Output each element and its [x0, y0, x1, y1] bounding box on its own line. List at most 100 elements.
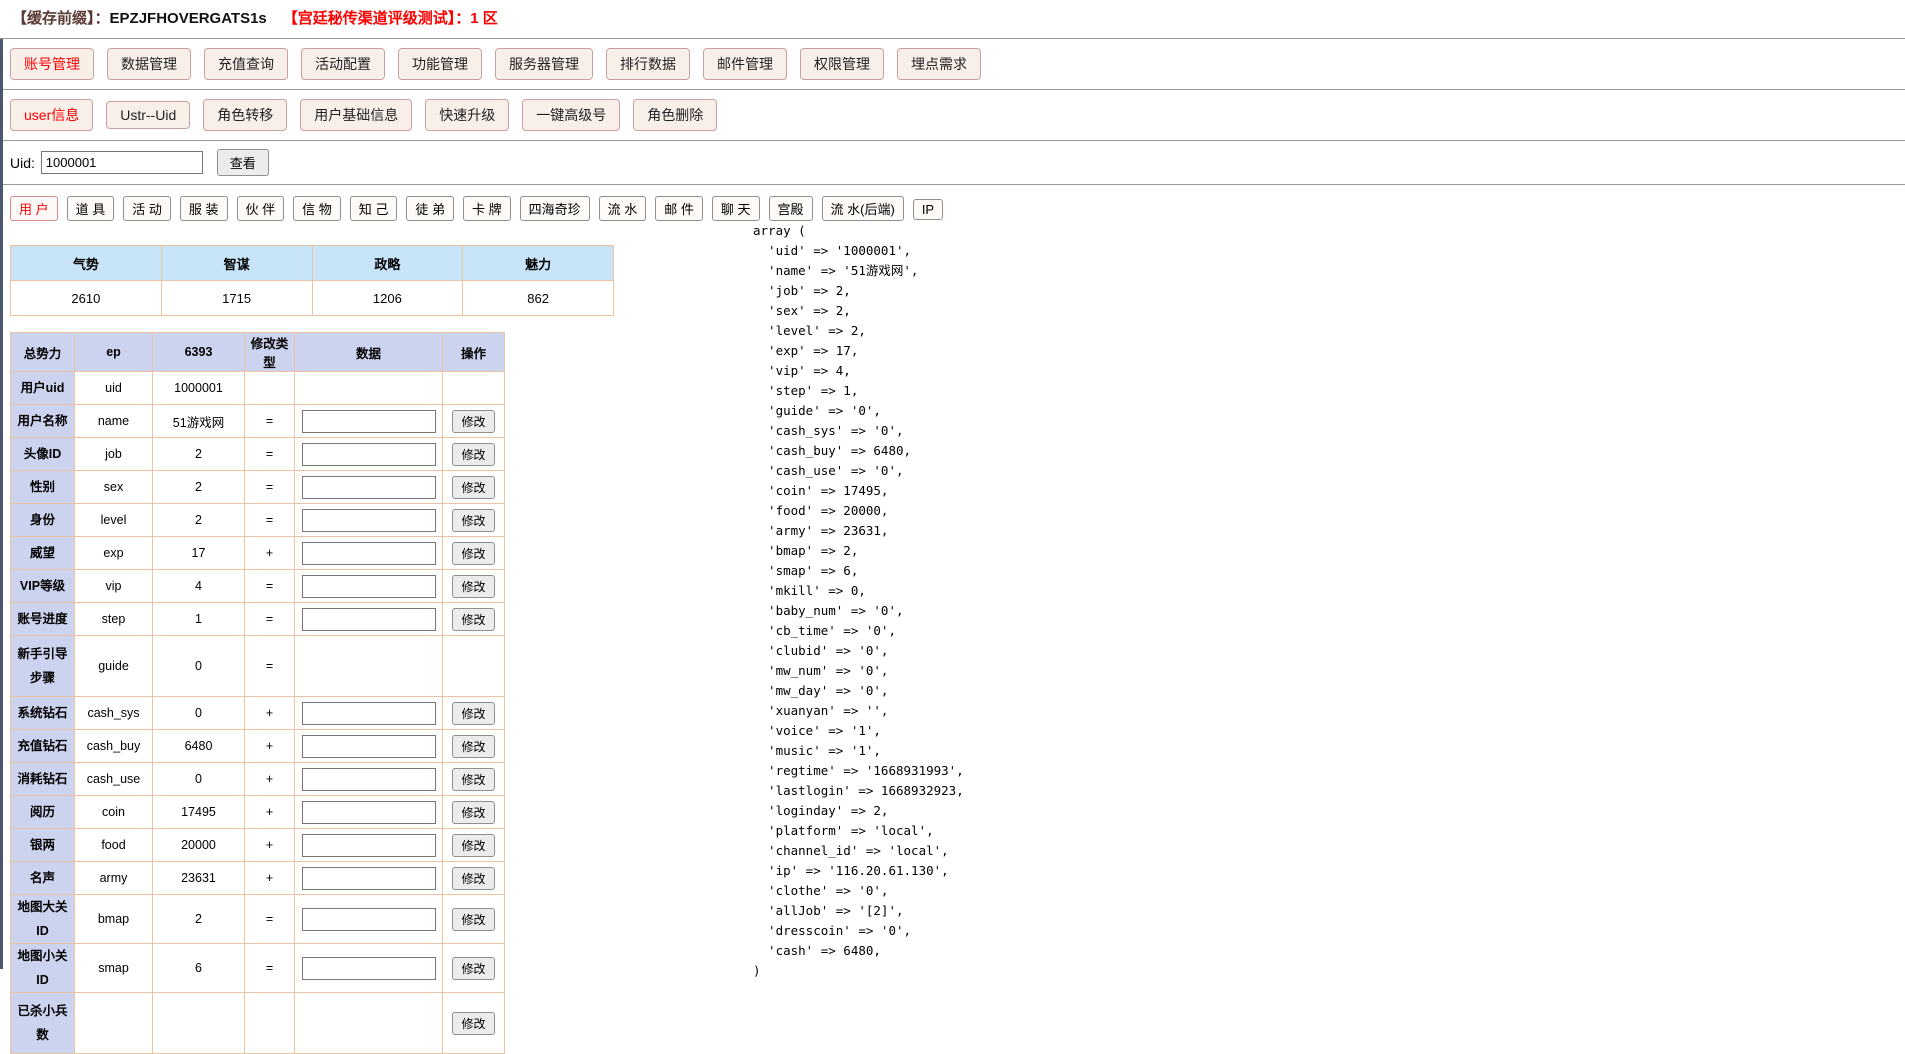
- modify-button[interactable]: 修改: [452, 575, 494, 598]
- modify-button[interactable]: 修改: [452, 908, 494, 931]
- modify-button[interactable]: 修改: [452, 735, 494, 758]
- row-value-cell: 2: [153, 471, 245, 504]
- tab-item[interactable]: 邮 件: [655, 196, 703, 221]
- attribute-table-header-row: 总势力ep6393修改类型数据操作: [11, 333, 505, 372]
- view-button[interactable]: 查看: [217, 149, 269, 176]
- tab-item[interactable]: 卡 牌: [463, 196, 511, 221]
- modify-button[interactable]: 修改: [452, 410, 494, 433]
- row-action-cell: 修改: [443, 603, 505, 636]
- nav-primary-item[interactable]: 权限管理: [800, 48, 884, 80]
- modify-button[interactable]: 修改: [452, 1012, 494, 1035]
- row-value-input[interactable]: [302, 443, 436, 466]
- tab-item[interactable]: 服 装: [180, 196, 228, 221]
- table-row: 充值钻石cash_buy6480+修改: [11, 730, 505, 763]
- row-value-input[interactable]: [302, 410, 436, 433]
- row-value-input[interactable]: [302, 801, 436, 824]
- row-data-cell: [295, 862, 443, 895]
- row-value-input[interactable]: [302, 509, 436, 532]
- nav-primary-item[interactable]: 充值查询: [204, 48, 288, 80]
- nav-primary-item[interactable]: 账号管理: [10, 48, 94, 80]
- modify-button[interactable]: 修改: [452, 768, 494, 791]
- topbar: 【缓存前缀】：EPZJFHOVERGATS1s【宫廷秘传渠道评级测试】：1 区: [0, 0, 1905, 38]
- nav-secondary-item[interactable]: user信息: [10, 99, 93, 131]
- row-label-cell: 头像ID: [11, 438, 75, 471]
- row-key-cell: [75, 993, 153, 1054]
- primary-nav: 账号管理数据管理充值查询活动配置功能管理服务器管理排行数据邮件管理权限管理埋点需…: [0, 39, 1905, 89]
- row-label-cell: 阅历: [11, 796, 75, 829]
- modify-button[interactable]: 修改: [452, 542, 494, 565]
- cache-prefix-label: 【缓存前缀】：: [12, 10, 110, 27]
- tab-item[interactable]: 活 动: [123, 196, 171, 221]
- tab-item[interactable]: 流 水(后端): [822, 196, 904, 221]
- row-key-cell: cash_buy: [75, 730, 153, 763]
- nav-primary-item[interactable]: 邮件管理: [703, 48, 787, 80]
- tab-item[interactable]: 聊 天: [712, 196, 760, 221]
- row-value-input[interactable]: [302, 768, 436, 791]
- modify-button[interactable]: 修改: [452, 509, 494, 532]
- modify-button[interactable]: 修改: [452, 443, 494, 466]
- modify-button[interactable]: 修改: [452, 476, 494, 499]
- nav-primary-item[interactable]: 排行数据: [606, 48, 690, 80]
- tab-item[interactable]: 徒 弟: [406, 196, 454, 221]
- row-value-input[interactable]: [302, 608, 436, 631]
- row-value-cell: [153, 993, 245, 1054]
- modify-button[interactable]: 修改: [452, 801, 494, 824]
- tab-item[interactable]: 流 水: [599, 196, 647, 221]
- tab-item[interactable]: 用 户: [10, 196, 58, 221]
- nav-primary-item[interactable]: 活动配置: [301, 48, 385, 80]
- stats-value-cell: 1715: [161, 281, 312, 316]
- modify-button[interactable]: 修改: [452, 867, 494, 890]
- nav-secondary-item[interactable]: 一键高级号: [522, 99, 620, 131]
- tab-item[interactable]: 信 物: [293, 196, 341, 221]
- row-key-cell: cash_sys: [75, 697, 153, 730]
- stats-value-cell: 2610: [11, 281, 162, 316]
- row-value-input[interactable]: [302, 476, 436, 499]
- nav-primary-item[interactable]: 功能管理: [398, 48, 482, 80]
- uid-input[interactable]: [41, 151, 203, 174]
- row-value-input[interactable]: [302, 908, 436, 931]
- row-value-input[interactable]: [302, 867, 436, 890]
- nav-primary-item[interactable]: 服务器管理: [495, 48, 593, 80]
- modify-button[interactable]: 修改: [452, 834, 494, 857]
- row-op-cell: +: [245, 763, 295, 796]
- row-action-cell: [443, 636, 505, 697]
- row-key-cell: cash_use: [75, 763, 153, 796]
- row-value-input[interactable]: [302, 542, 436, 565]
- row-label-cell: 地图小关ID: [11, 944, 75, 993]
- stats-value-row: 261017151206862: [11, 281, 614, 316]
- row-action-cell: 修改: [443, 993, 505, 1054]
- row-data-cell: [295, 730, 443, 763]
- row-data-cell: [295, 697, 443, 730]
- row-label-cell: VIP等级: [11, 570, 75, 603]
- nav-secondary-item[interactable]: Ustr--Uid: [106, 101, 190, 129]
- nav-secondary-item[interactable]: 角色删除: [633, 99, 717, 131]
- row-value-input[interactable]: [302, 834, 436, 857]
- tab-item[interactable]: IP: [913, 199, 943, 220]
- nav-secondary-item[interactable]: 用户基础信息: [300, 99, 412, 131]
- tab-item[interactable]: 伙 伴: [237, 196, 285, 221]
- nav-primary-item[interactable]: 埋点需求: [897, 48, 981, 80]
- row-value-input[interactable]: [302, 575, 436, 598]
- row-value-input[interactable]: [302, 702, 436, 725]
- row-op-cell: =: [245, 944, 295, 993]
- row-value-input[interactable]: [302, 735, 436, 758]
- stats-header-row: 气势智谋政略魅力: [11, 246, 614, 281]
- row-value-input[interactable]: [302, 957, 436, 980]
- nav-secondary-item[interactable]: 快速升级: [425, 99, 509, 131]
- nav-primary-item[interactable]: 数据管理: [107, 48, 191, 80]
- modify-button[interactable]: 修改: [452, 608, 494, 631]
- row-op-cell: +: [245, 697, 295, 730]
- modify-button[interactable]: 修改: [452, 957, 494, 980]
- tab-item[interactable]: 宫殿: [769, 196, 813, 221]
- modify-button[interactable]: 修改: [452, 702, 494, 725]
- cache-prefix-value: EPZJFHOVERGATS1s: [110, 10, 267, 27]
- table-row: 威望exp17+修改: [11, 537, 505, 570]
- row-label-cell: 消耗钻石: [11, 763, 75, 796]
- tab-item[interactable]: 四海奇珍: [520, 196, 590, 221]
- attribute-header-cell: 数据: [295, 333, 443, 372]
- tab-item[interactable]: 道 具: [67, 196, 115, 221]
- tab-item[interactable]: 知 己: [350, 196, 398, 221]
- row-label-cell: 威望: [11, 537, 75, 570]
- nav-secondary-item[interactable]: 角色转移: [203, 99, 287, 131]
- stats-table: 气势智谋政略魅力 261017151206862: [10, 245, 614, 316]
